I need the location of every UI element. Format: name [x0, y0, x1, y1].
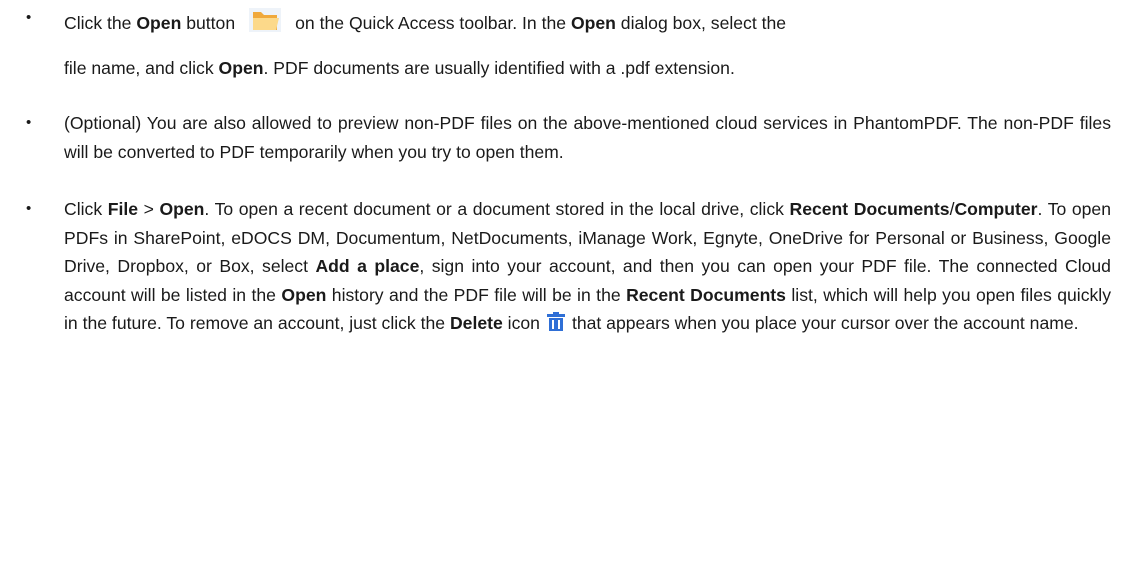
list-item: • Click File > Open. To open a recent do…	[0, 195, 1123, 338]
text-run: button	[181, 13, 236, 33]
text-run: Click the	[64, 13, 137, 33]
list-item: • (Optional) You are also allowed to pre…	[0, 109, 1123, 166]
text-run: icon	[502, 313, 540, 334]
bold-open: Open	[159, 199, 205, 219]
text-run: on the Quick Access toolbar. In the	[295, 13, 571, 33]
text-run: that appears when you place your cursor …	[571, 313, 1079, 334]
text-run: . PDF documents are usually identified w…	[263, 58, 735, 79]
bold-computer: Computer	[954, 199, 1038, 219]
bold-delete: Delete	[449, 313, 503, 334]
bold-recent-documents: Recent Documents	[626, 284, 786, 305]
list-item: • Click the Open button on the Quick Acc…	[0, 4, 1123, 83]
bold-file: File	[107, 199, 139, 219]
bold-open: Open	[570, 13, 616, 33]
bullet-marker: •	[26, 114, 32, 131]
text-run: history and the PDF file will be in the	[326, 284, 627, 305]
paragraph-text: (Optional) You are also allowed to previ…	[64, 113, 1111, 162]
bold-add-a-place: Add a place	[315, 256, 420, 277]
bold-open: Open	[218, 58, 264, 79]
folder-open-icon	[243, 2, 287, 38]
text-run: Click	[64, 199, 108, 219]
text-run: file name, and click	[64, 58, 219, 79]
bullet-marker: •	[26, 200, 32, 217]
bullet-marker: •	[26, 9, 32, 26]
bold-recent-documents: Recent Documents	[789, 199, 950, 219]
text-run: >	[138, 199, 160, 219]
bold-open: Open	[136, 13, 182, 33]
bold-open: Open	[281, 284, 327, 305]
text-run: . To open a recent document or a documen…	[204, 199, 790, 219]
text-run: dialog box, select the	[615, 13, 787, 33]
trash-delete-icon	[546, 311, 566, 333]
document-page: • Click the Open button on the Quick Acc…	[0, 0, 1123, 565]
